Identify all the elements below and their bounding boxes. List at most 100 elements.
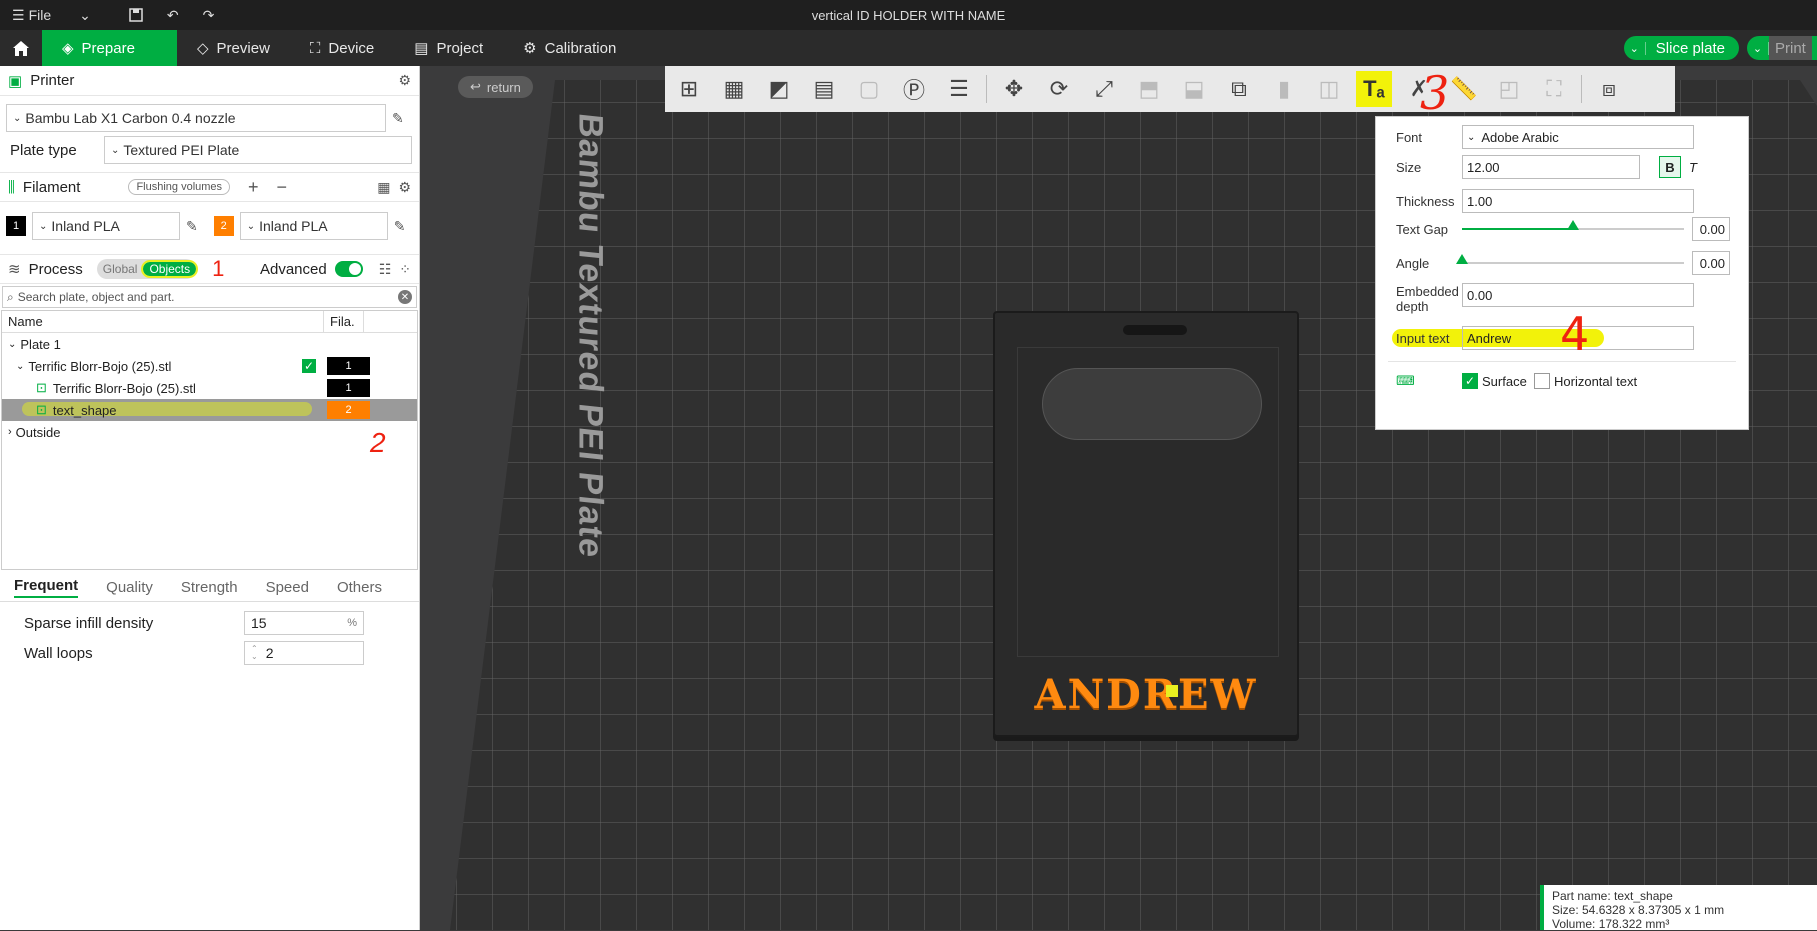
tab-quality[interactable]: Quality — [106, 579, 153, 596]
filament-settings-icon[interactable]: ⚙ — [398, 179, 411, 196]
edit-icon[interactable]: ✎ — [394, 218, 406, 235]
plate-type-select[interactable]: ⌄ Textured PEI Plate — [104, 136, 412, 164]
tree-row-object[interactable]: ⌄ Terrific Blorr-Bojo (25).stl ✓ 1 — [2, 355, 417, 377]
tab-speed[interactable]: Speed — [266, 579, 309, 596]
text-tool-icon[interactable]: Tₐ — [1356, 71, 1392, 107]
undo-icon[interactable]: ↶ — [167, 7, 179, 24]
cut-icon[interactable]: ⬓ — [1176, 71, 1212, 107]
process-scope-toggle[interactable]: Global Objects — [96, 259, 199, 279]
arrange-icon[interactable]: ▤ — [806, 71, 842, 107]
tree-row-plate[interactable]: ⌄ Plate 1 — [2, 333, 417, 355]
copy-icon[interactable]: ▢ — [851, 71, 887, 107]
rotate-icon[interactable]: ⟳ — [1041, 71, 1077, 107]
tree-row-outside[interactable]: › Outside — [2, 421, 417, 443]
auto-orient-icon[interactable]: ◩ — [761, 71, 797, 107]
printer-settings-icon[interactable]: ⚙ — [398, 72, 411, 89]
chevron-right-icon[interactable]: › — [2, 426, 16, 438]
print-plate-button[interactable]: ⌄ Print — [1747, 36, 1817, 60]
keyboard-icon[interactable]: ⌨ — [1396, 373, 1415, 389]
printer-select[interactable]: ⌄ Bambu Lab X1 Carbon 0.4 nozzle — [6, 104, 386, 132]
object-search[interactable]: ⌕ Search plate, object and part. ✕ — [2, 286, 417, 308]
tab-prepare[interactable]: ◈ Prepare — [42, 30, 177, 66]
model-name-text[interactable]: ANDREW — [995, 671, 1297, 718]
file-menu-button[interactable]: ☰ File — [12, 7, 51, 24]
thickness-input[interactable]: 1.00 — [1462, 189, 1694, 213]
embedded-depth-input[interactable]: 0.00 — [1462, 283, 1694, 307]
lay-flat-icon[interactable]: ⬒ — [1131, 71, 1167, 107]
arrange-grid-icon[interactable]: ▦ — [716, 71, 752, 107]
scale-icon[interactable]: ⤢ — [1086, 71, 1122, 107]
add-part-icon[interactable]: ⊞ — [671, 71, 707, 107]
chevron-down-icon[interactable]: ⌄ — [1624, 41, 1646, 55]
advanced-switch[interactable] — [334, 261, 363, 277]
angle-thumb[interactable] — [1456, 254, 1468, 264]
return-button[interactable]: ↩ return — [458, 76, 533, 98]
seam-paint-icon[interactable]: ◫ — [1311, 71, 1347, 107]
tab-device[interactable]: ⛶ Device — [290, 30, 394, 66]
object-visible-checkbox[interactable]: ✓ — [302, 359, 316, 373]
text-gap-thumb[interactable] — [1567, 220, 1579, 230]
chevron-down-icon[interactable]: ⌄ — [2, 339, 20, 350]
chevron-down-icon[interactable]: ⌄ — [79, 7, 91, 24]
add-filament-icon[interactable]: + — [248, 177, 259, 198]
id-holder-model[interactable]: ANDREW — [993, 311, 1299, 737]
walls-stepper[interactable]: ⌃ ⌄ 2 — [244, 641, 364, 665]
filament-slot-2-select[interactable]: ⌄ Inland PLA — [239, 212, 388, 240]
3d-viewport[interactable]: Bambu Textured PEI Plate ↩ return ANDREW… — [420, 66, 1817, 930]
clear-icon[interactable]: ✕ — [398, 290, 412, 304]
plate-icon[interactable]: Ⓟ — [896, 71, 932, 107]
slice-plate-button[interactable]: ⌄ Slice plate — [1623, 36, 1739, 60]
measure-icon[interactable]: 📏 — [1446, 71, 1482, 107]
save-icon[interactable] — [129, 8, 143, 22]
text-gap-input[interactable]: 0.00 — [1692, 217, 1730, 241]
assembly-icon[interactable]: ◰ — [1491, 71, 1527, 107]
list-icon[interactable]: ☷ — [379, 261, 392, 278]
global-toggle[interactable]: Global — [97, 262, 144, 276]
objects-toggle[interactable]: Objects — [141, 260, 199, 278]
tab-project[interactable]: ▤ Project — [394, 30, 503, 66]
chevron-down-icon[interactable]: ⌄ — [2, 361, 28, 372]
surface-checkbox[interactable]: ✓ — [1462, 373, 1478, 389]
tab-frequent[interactable]: Frequent — [14, 577, 79, 598]
tree-row-part[interactable]: ⊡ Terrific Blorr-Bojo (25).stl 1 — [2, 377, 417, 399]
move-icon[interactable]: ✥ — [996, 71, 1032, 107]
text-gap-slider[interactable] — [1462, 220, 1684, 230]
redo-icon[interactable]: ↷ — [203, 7, 215, 24]
filament-slot-1-badge[interactable]: 1 — [6, 216, 26, 236]
remove-filament-icon[interactable]: − — [277, 177, 288, 198]
home-button[interactable] — [0, 30, 42, 66]
text-fila-badge[interactable]: 2 — [327, 401, 370, 419]
edit-icon[interactable]: ✎ — [186, 218, 198, 235]
filament-sync-icon[interactable]: ▦ — [377, 179, 390, 196]
edit-icon[interactable]: ✎ — [392, 110, 404, 127]
support-paint-icon[interactable]: ▮ — [1266, 71, 1302, 107]
infill-input[interactable]: 15 % — [244, 611, 364, 635]
font-select[interactable]: ⌄ Adobe Arabic — [1462, 125, 1694, 149]
angle-slider[interactable] — [1456, 254, 1684, 264]
angle-input[interactable]: 0.00 — [1692, 251, 1730, 275]
tree-row-text-shape[interactable]: ⊡ text_shape 2 — [2, 399, 417, 421]
tab-calibration[interactable]: ⚙ Calibration — [503, 30, 636, 66]
mesh-icon[interactable]: ⛶ — [1536, 71, 1572, 107]
italic-button[interactable]: T — [1689, 160, 1697, 175]
tab-strength[interactable]: Strength — [181, 579, 238, 596]
chevron-down-icon: ⌄ — [111, 144, 120, 156]
filament-slot-1-select[interactable]: ⌄ Inland PLA — [32, 212, 180, 240]
size-input[interactable]: 12.00 — [1462, 155, 1640, 179]
chevron-down-icon: ⌄ — [13, 112, 22, 124]
filament-slot-2-badge[interactable]: 2 — [213, 216, 234, 236]
part-fila-badge[interactable]: 1 — [327, 379, 370, 397]
flushing-volumes-button[interactable]: Flushing volumes — [128, 179, 231, 195]
tab-others[interactable]: Others — [337, 579, 382, 596]
chevron-down-icon: ⌄ — [246, 220, 256, 232]
tab-preview[interactable]: ◇ Preview — [177, 30, 290, 66]
layers-icon[interactable]: ☰ — [941, 71, 977, 107]
bold-button[interactable]: B — [1659, 156, 1681, 178]
split-icon[interactable]: ⧈ — [1591, 71, 1627, 107]
grid-icon[interactable]: ⁘ — [399, 261, 411, 278]
boolean-icon[interactable]: ⧉ — [1221, 71, 1257, 107]
stepper-icon[interactable]: ⌃ ⌄ — [251, 645, 258, 661]
chevron-down-icon[interactable]: ⌄ — [1747, 41, 1769, 55]
object-fila-badge[interactable]: 1 — [327, 357, 370, 375]
horizontal-text-checkbox[interactable] — [1534, 373, 1550, 389]
